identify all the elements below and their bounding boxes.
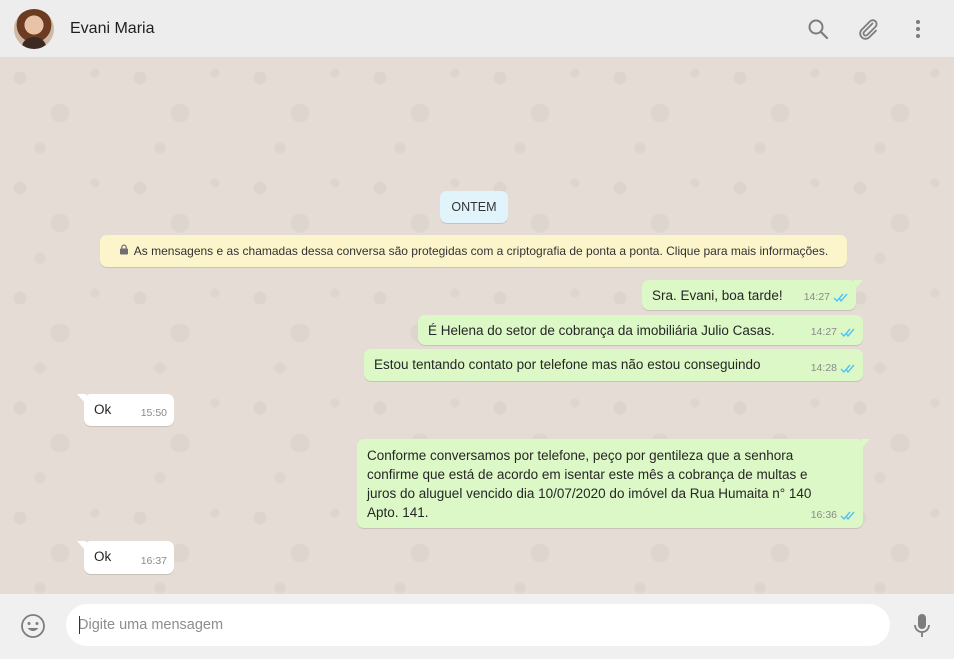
message-meta: 14:27 xyxy=(811,323,856,342)
message-line: confirme que está de acordo em isentar e… xyxy=(367,467,808,482)
message-line: Conforme conversamos por telefone, peço … xyxy=(367,448,794,463)
lock-icon xyxy=(119,244,129,258)
text-caret xyxy=(79,616,80,634)
emoji-icon[interactable] xyxy=(20,613,46,639)
contact-name[interactable]: Evani Maria xyxy=(70,20,154,38)
message-time: 15:50 xyxy=(140,407,167,419)
encryption-notice-text: As mensagens e as chamadas dessa convers… xyxy=(133,244,829,258)
double-check-icon xyxy=(840,327,856,338)
double-check-icon xyxy=(840,510,856,521)
microphone-icon[interactable] xyxy=(912,612,932,640)
message-text: Ok xyxy=(94,549,112,564)
message-line: Apto. 141. xyxy=(367,505,429,520)
menu-icon[interactable] xyxy=(906,17,930,41)
message-input[interactable] xyxy=(66,604,890,646)
message-bubble-outgoing[interactable]: Estou tentando contato por telefone mas … xyxy=(364,349,863,381)
message-meta: 16:36 xyxy=(811,506,856,525)
message-text: Sra. Evani, boa tarde! xyxy=(652,288,783,303)
message-meta: 14:27 xyxy=(804,288,849,307)
message-time: 16:36 xyxy=(810,509,837,521)
message-line: juros do aluguel vencido dia 10/07/2020 … xyxy=(367,486,812,501)
double-check-icon xyxy=(833,292,849,303)
message-text: Ok xyxy=(94,402,112,417)
message-list[interactable]: ONTEM As mensagens e as chamadas dessa c… xyxy=(0,58,954,594)
message-bubble-incoming[interactable]: Ok 15:50 xyxy=(77,394,174,426)
message-meta: 15:50 xyxy=(141,404,167,423)
message-time: 16:37 xyxy=(140,555,167,567)
message-text: Conforme conversamos por telefone, peço … xyxy=(367,446,811,522)
message-time: 14:28 xyxy=(810,362,837,374)
message-bubble-outgoing[interactable]: Sra. Evani, boa tarde! 14:27 xyxy=(642,280,863,310)
search-icon[interactable] xyxy=(806,17,830,41)
message-bubble-outgoing[interactable]: É Helena do setor de cobrança da imobili… xyxy=(418,315,863,345)
compose-bar xyxy=(0,594,954,659)
contact-avatar[interactable] xyxy=(14,9,54,49)
attach-icon[interactable] xyxy=(856,17,880,41)
encryption-notice[interactable]: As mensagens e as chamadas dessa convers… xyxy=(100,235,847,267)
message-bubble-incoming[interactable]: Ok 16:37 xyxy=(77,541,174,574)
double-check-icon xyxy=(840,363,856,374)
message-meta: 14:28 xyxy=(811,359,856,378)
message-time: 14:27 xyxy=(810,326,837,338)
message-text: Estou tentando contato por telefone mas … xyxy=(374,357,761,372)
date-divider: ONTEM xyxy=(440,191,508,223)
message-bubble-outgoing[interactable]: Conforme conversamos por telefone, peço … xyxy=(357,439,870,528)
chat-header: Evani Maria xyxy=(0,0,954,58)
message-time: 14:27 xyxy=(803,291,830,303)
message-meta: 16:37 xyxy=(141,552,167,571)
message-text: É Helena do setor de cobrança da imobili… xyxy=(428,323,775,338)
